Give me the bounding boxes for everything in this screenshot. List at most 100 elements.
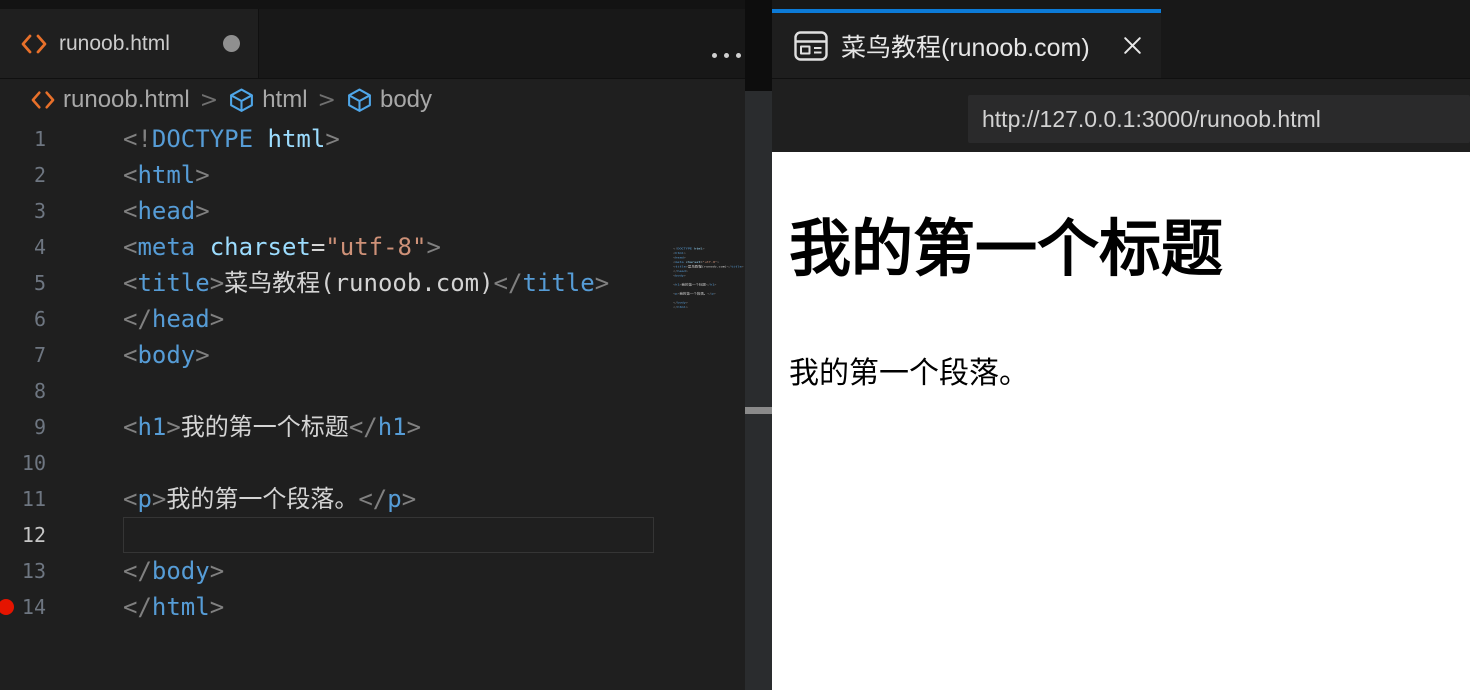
more-actions-button[interactable] [712,53,741,58]
breadcrumb-item-runoob-html[interactable]: runoob.html [30,86,190,114]
code-token: </ [123,305,152,333]
line-number[interactable]: 3 [0,193,46,229]
code-token: html [253,125,325,153]
code-line[interactable]: 9<h1>我的第一个标题</h1> [0,409,745,445]
code-editor[interactable]: 1<!DOCTYPE html>2<html>3<head>4<meta cha… [0,121,745,690]
browser-panel: 菜鸟教程(runoob.com) [772,0,1470,690]
tab-runoob-html[interactable]: runoob.html [0,9,259,78]
page-heading: 我的第一个标题 [772,198,1470,288]
code-line[interactable]: 12 [0,517,745,553]
minimap-fragment: > [714,283,716,287]
code-line[interactable]: 2<html> [0,157,745,193]
code-token: DOCTYPE [152,125,253,153]
code-line-content [46,445,123,481]
code-token: > [195,197,209,225]
code-token: = [311,233,325,261]
code-line-content [46,373,123,409]
code-token: html [137,161,195,189]
breadcrumb-item-label: body [380,86,432,114]
minimap-fragment: 14</html> [662,305,745,310]
line-number[interactable]: 8 [0,373,46,409]
line-number[interactable]: 4 [0,229,46,265]
code-token: h1 [378,413,407,441]
line-number[interactable]: 9 [0,409,46,445]
minimap-fragment: 我的第一个段落。 [679,292,707,296]
code-line[interactable]: 14</html> [0,589,745,625]
editor-tab-bar: runoob.html [0,9,745,78]
code-token: head [137,197,195,225]
close-icon[interactable] [1120,33,1145,58]
browser-tab[interactable]: 菜鸟教程(runoob.com) [772,9,1161,78]
minimap-fragment: > [686,301,688,305]
code-line[interactable]: 11<p>我的第一个段落。</p> [0,481,745,517]
minimap-fragment: body [677,301,685,305]
minimap-fragment: title [731,265,741,269]
code-line[interactable]: 1<!DOCTYPE html> [0,121,745,157]
line-number[interactable]: 5 [0,265,46,301]
code-token: "utf-8" [325,233,426,261]
code-line-content: <h1>我的第一个标题</h1> [46,409,421,445]
code-token: body [152,557,210,585]
minimap-fragment: html [677,305,685,309]
minimap-fragment: 我的第一个标题 [682,283,706,287]
code-line-content: <html> [46,157,210,193]
breadcrumb-item-label: html [262,86,307,114]
code-lines: 1<!DOCTYPE html>2<html>3<head>4<meta cha… [0,121,745,625]
html-file-icon [30,89,56,111]
line-number[interactable]: 1 [0,121,46,157]
url-input[interactable]: http://127.0.0.1:3000/runoob.html [968,95,1470,143]
minimap-fragment: > [686,269,688,273]
code-line[interactable]: 5<title>菜鸟教程(runoob.com)</title> [0,265,745,301]
code-token: meta [137,233,195,261]
minimap-fragment: > [684,251,686,255]
minimap-fragment: meta [675,260,683,264]
line-number[interactable]: 6 [0,301,46,337]
minimap-fragment: > [684,256,686,260]
minimap-fragment: head [677,269,685,273]
line-number[interactable]: 7 [0,337,46,373]
modified-indicator-dot[interactable] [223,35,240,52]
minimap-fragment: 菜鸟教程(runoob.com) [688,265,727,269]
minimap[interactable]: 1<!DOCTYPE html>2<html>3<head>4<meta cha… [662,246,745,406]
code-token: > [166,413,180,441]
code-line[interactable]: 13</body> [0,553,745,589]
code-line-content: <meta charset="utf-8"> [46,229,441,265]
code-line[interactable]: 3<head> [0,193,745,229]
minimap-fragment: > [742,265,744,269]
sash-handle[interactable] [745,407,772,414]
minimap-fragment: charset [684,260,701,264]
minimap-fragment: > [686,305,688,309]
split-sash[interactable] [745,91,772,690]
code-token: > [152,485,166,513]
line-number[interactable]: 12 [0,517,46,553]
code-line[interactable]: 10 [0,445,745,481]
line-number[interactable]: 2 [0,157,46,193]
code-line-content [46,517,123,553]
browser-nav-bar: http://127.0.0.1:3000/runoob.html [772,79,1470,152]
minimap-fragment: "utf-8" [702,260,717,264]
code-token: 我的第一个段落。 [166,485,358,513]
code-line[interactable]: 8 [0,373,745,409]
code-token: head [152,305,210,333]
breadcrumb-item-label: runoob.html [63,86,190,114]
code-line[interactable]: 4<meta charset="utf-8"> [0,229,745,265]
code-token: h1 [137,413,166,441]
breadcrumb-item-body[interactable]: body [346,86,432,114]
code-token: > [210,269,224,297]
code-token: </ [358,485,387,513]
symbol-element-icon [228,87,255,114]
minimap-fragment: > [703,247,705,251]
line-number[interactable]: 13 [0,553,46,589]
code-line-content: <head> [46,193,210,229]
code-line[interactable]: 7<body> [0,337,745,373]
code-token: > [407,413,421,441]
line-number[interactable]: 10 [0,445,46,481]
breadcrumb-separator: > [200,88,218,113]
code-line[interactable]: 6 </head > [0,301,745,337]
code-token: > [426,233,440,261]
minimap-fragment: body [675,274,683,278]
code-line-content: <body> [46,337,210,373]
browser-tab-title: 菜鸟教程(runoob.com) [841,28,1090,64]
breadcrumb-item-html[interactable]: html [228,86,307,114]
line-number[interactable]: 11 [0,481,46,517]
